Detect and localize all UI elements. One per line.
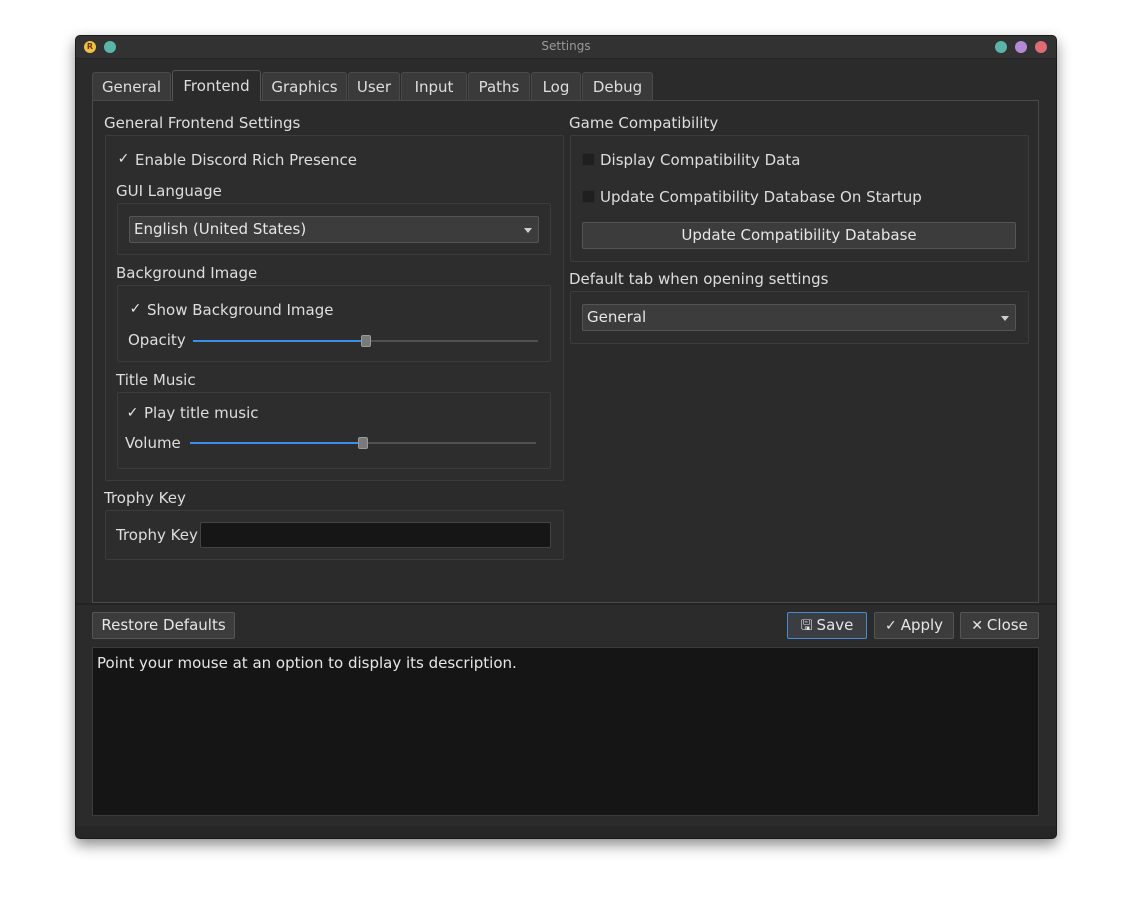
chevron-down-icon	[1001, 316, 1009, 321]
opacity-slider[interactable]	[193, 335, 538, 347]
gui-language-select[interactable]: English (United States)	[129, 216, 539, 243]
settings-window: R Settings General Frontend Graphics Use…	[75, 35, 1057, 839]
tab-input[interactable]: Input	[401, 72, 467, 100]
tab-user[interactable]: User	[348, 72, 400, 100]
maximize-icon[interactable]	[1015, 41, 1027, 53]
divider	[76, 603, 1056, 605]
background-image-title: Background Image	[116, 264, 258, 282]
default-tab-group: General	[570, 291, 1029, 344]
volume-slider-fill	[190, 442, 363, 444]
tab-paths[interactable]: Paths	[468, 72, 530, 100]
play-music-checkbox[interactable]: ✓	[126, 406, 139, 420]
volume-slider[interactable]	[190, 437, 536, 449]
game-compat-group: Display Compatibility Data Update Compat…	[570, 135, 1029, 262]
title-music-title: Title Music	[116, 371, 196, 389]
show-background-checkbox[interactable]: ✓	[129, 302, 142, 316]
general-frontend-title: General Frontend Settings	[104, 114, 301, 132]
volume-label: Volume	[125, 434, 181, 452]
restore-defaults-button[interactable]: Restore Defaults	[92, 612, 235, 639]
opacity-label: Opacity	[128, 331, 186, 349]
volume-slider-handle[interactable]	[358, 437, 368, 449]
close-x-icon: ✕	[971, 618, 983, 634]
save-icon: 🖫	[800, 618, 813, 634]
window-footer	[76, 826, 1056, 838]
trophy-key-input[interactable]	[200, 522, 551, 548]
chevron-down-icon	[524, 228, 532, 233]
update-compat-startup-checkbox[interactable]	[582, 190, 595, 203]
general-frontend-group: ✓ Enable Discord Rich Presence GUI Langu…	[105, 135, 564, 481]
close-label: Close	[986, 616, 1028, 634]
frontend-tab-pane: General Frontend Settings ✓ Enable Disco…	[92, 100, 1039, 603]
tab-general[interactable]: General	[92, 72, 171, 100]
play-music-label[interactable]: Play title music	[144, 404, 259, 422]
description-box: Point your mouse at an option to display…	[92, 647, 1039, 816]
background-image-group: ✓ Show Background Image Opacity	[117, 285, 551, 362]
save-label: Save	[816, 616, 854, 634]
save-button[interactable]: 🖫 Save	[787, 612, 867, 639]
opacity-slider-handle[interactable]	[361, 335, 371, 347]
description-text: Point your mouse at an option to display…	[97, 654, 517, 672]
close-icon[interactable]	[1035, 41, 1047, 53]
title-music-group: ✓ Play title music Volume	[117, 392, 551, 469]
gui-language-value: English (United States)	[134, 220, 307, 238]
title-bar[interactable]: R Settings	[76, 36, 1056, 59]
gui-language-title: GUI Language	[116, 182, 222, 200]
check-icon: ✓	[884, 618, 897, 634]
tab-log[interactable]: Log	[531, 72, 581, 100]
gui-language-group: English (United States)	[117, 203, 551, 255]
minimize-icon[interactable]	[995, 41, 1007, 53]
close-button[interactable]: ✕ Close	[960, 612, 1039, 639]
trophy-key-group: Trophy Key	[105, 510, 564, 560]
trophy-key-label: Trophy Key	[116, 526, 198, 544]
trophy-key-title: Trophy Key	[104, 489, 186, 507]
display-compat-checkbox[interactable]	[582, 153, 595, 166]
opacity-slider-fill	[193, 340, 366, 342]
display-compat-label[interactable]: Display Compatibility Data	[600, 151, 800, 169]
tab-frontend[interactable]: Frontend	[172, 70, 261, 101]
apply-label: Apply	[900, 616, 944, 634]
tab-graphics[interactable]: Graphics	[262, 72, 347, 100]
default-tab-title: Default tab when opening settings	[569, 270, 829, 288]
update-compat-startup-label[interactable]: Update Compatibility Database On Startup	[600, 188, 922, 206]
discord-label[interactable]: Enable Discord Rich Presence	[135, 151, 357, 169]
apply-button[interactable]: ✓ Apply	[874, 612, 954, 639]
default-tab-select[interactable]: General	[582, 304, 1016, 331]
update-compat-button[interactable]: Update Compatibility Database	[582, 222, 1016, 249]
discord-checkbox[interactable]: ✓	[117, 152, 130, 166]
show-background-label[interactable]: Show Background Image	[147, 301, 333, 319]
default-tab-value: General	[587, 308, 647, 326]
game-compat-title: Game Compatibility	[569, 114, 719, 132]
tab-debug[interactable]: Debug	[582, 72, 653, 100]
window-title: Settings	[541, 39, 591, 53]
